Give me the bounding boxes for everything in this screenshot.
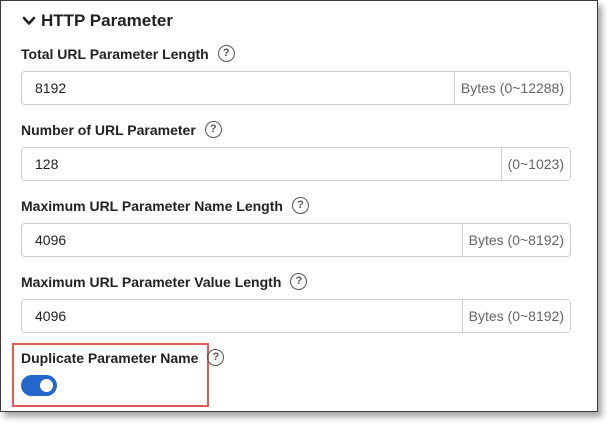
duplicate-parameter-name-label: Duplicate Parameter Name ? bbox=[21, 349, 225, 366]
help-icon[interactable]: ? bbox=[204, 121, 222, 138]
field-suffix: Bytes (0~8192) bbox=[461, 300, 570, 332]
number-of-url-parameter-input[interactable] bbox=[22, 148, 501, 180]
help-icon[interactable]: ? bbox=[217, 45, 235, 62]
http-parameter-panel: HTTP Parameter Total URL Parameter Lengt… bbox=[0, 0, 598, 412]
section-title: HTTP Parameter bbox=[41, 11, 173, 30]
field-label-text: Duplicate Parameter Name bbox=[21, 349, 199, 366]
field-suffix: Bytes (0~12288) bbox=[453, 72, 570, 104]
total-url-parameter-length-label: Total URL Parameter Length ? bbox=[21, 45, 235, 62]
section-toggle[interactable]: HTTP Parameter bbox=[21, 11, 173, 31]
max-url-parameter-name-length-label: Maximum URL Parameter Name Length ? bbox=[21, 197, 309, 214]
number-of-url-parameter-field: (0~1023) bbox=[21, 147, 571, 181]
max-url-parameter-value-length-input[interactable] bbox=[22, 300, 462, 332]
max-url-parameter-name-length-input[interactable] bbox=[22, 224, 462, 256]
total-url-parameter-length-input[interactable] bbox=[22, 72, 454, 104]
field-suffix: (0~1023) bbox=[500, 148, 570, 180]
duplicate-parameter-name-toggle[interactable] bbox=[21, 375, 57, 396]
max-url-parameter-name-length-field: Bytes (0~8192) bbox=[21, 223, 571, 257]
total-url-parameter-length-field: Bytes (0~12288) bbox=[21, 71, 571, 105]
field-label-text: Total URL Parameter Length bbox=[21, 45, 209, 62]
chevron-down-icon bbox=[22, 16, 36, 25]
field-label-text: Maximum URL Parameter Value Length bbox=[21, 273, 282, 290]
help-icon[interactable]: ? bbox=[207, 349, 225, 366]
toggle-knob bbox=[40, 379, 53, 392]
help-icon[interactable]: ? bbox=[290, 273, 308, 290]
number-of-url-parameter-label: Number of URL Parameter ? bbox=[21, 121, 222, 138]
help-icon[interactable]: ? bbox=[291, 197, 309, 214]
field-label-text: Number of URL Parameter bbox=[21, 121, 196, 138]
field-suffix: Bytes (0~8192) bbox=[461, 224, 570, 256]
max-url-parameter-value-length-field: Bytes (0~8192) bbox=[21, 299, 571, 333]
field-label-text: Maximum URL Parameter Name Length bbox=[21, 197, 283, 214]
max-url-parameter-value-length-label: Maximum URL Parameter Value Length ? bbox=[21, 273, 308, 290]
